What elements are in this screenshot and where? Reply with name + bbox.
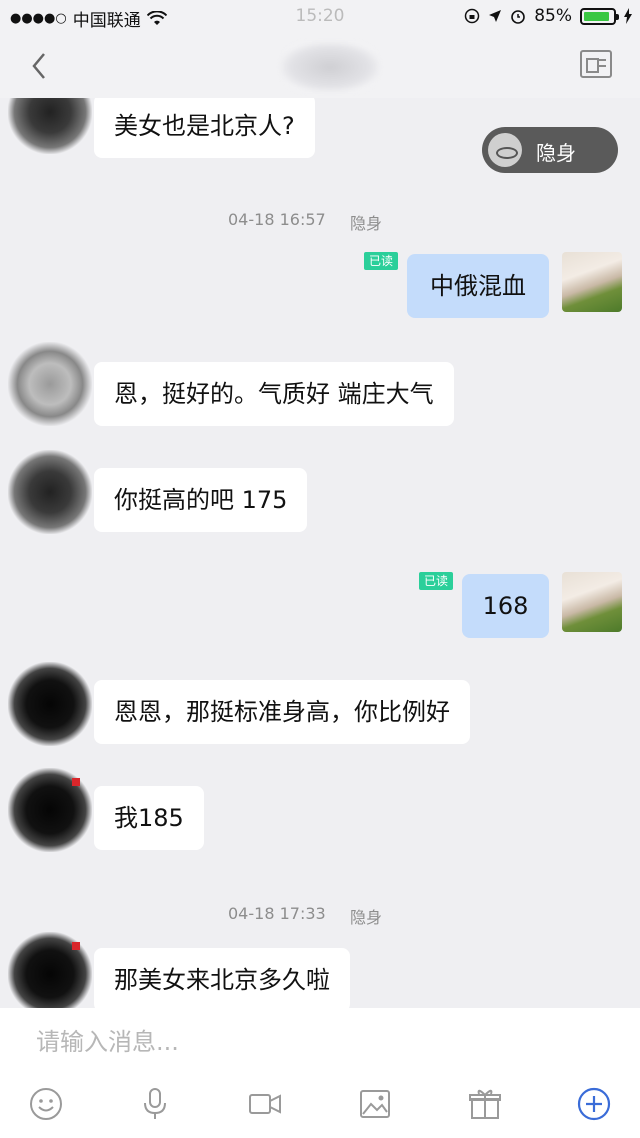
message-bubble[interactable]: 那美女来北京多久啦 — [94, 948, 350, 1008]
timestamp-status: 隐身 — [350, 214, 383, 233]
gift-icon[interactable] — [467, 1086, 503, 1122]
battery-percent: 85% — [534, 6, 572, 26]
alarm-icon — [511, 10, 526, 24]
contact-avatar[interactable] — [8, 342, 92, 426]
input-bar — [0, 1008, 640, 1138]
my-avatar[interactable] — [562, 572, 622, 632]
message-bubble[interactable]: 美女也是北京人? — [94, 98, 315, 158]
contact-avatar[interactable] — [8, 662, 92, 746]
back-icon[interactable] — [26, 48, 54, 84]
timestamp-time: 04-18 17:33 — [228, 904, 326, 923]
stealth-label: 隐身 — [536, 141, 576, 165]
orientation-lock-icon — [464, 8, 480, 24]
contact-avatar[interactable] — [8, 450, 92, 534]
my-avatar[interactable] — [562, 252, 622, 312]
ufo-icon — [488, 133, 522, 167]
chat-area[interactable]: 美女也是北京人? 隐身 04-18 16:57 隐身 已读 中俄混血 恩，挺好的… — [0, 98, 640, 1008]
location-icon — [489, 10, 502, 22]
message-bubble[interactable]: 168 — [462, 574, 549, 638]
charging-icon — [624, 8, 632, 24]
nav-bar — [0, 34, 640, 98]
message-bubble[interactable]: 恩恩，那挺标准身高，你比例好 — [94, 680, 470, 744]
stealth-mode-toggle[interactable]: 隐身 — [482, 127, 618, 173]
input-toolbar — [0, 1086, 640, 1130]
timestamp-status: 隐身 — [350, 908, 383, 927]
message-bubble[interactable]: 你挺高的吧 175 — [94, 468, 308, 532]
message-bubble[interactable]: 中俄混血 — [407, 254, 549, 318]
contact-avatar[interactable] — [8, 932, 92, 1008]
battery-fill — [584, 11, 610, 21]
message-bubble[interactable]: 我185 — [94, 786, 204, 850]
image-icon[interactable] — [357, 1086, 393, 1122]
battery-icon — [580, 7, 619, 25]
status-bar: ●●●●○ 中国联通 15:20 85% — [0, 0, 640, 34]
message-bubble[interactable]: 恩，挺好的。气质好 端庄大气 — [94, 362, 454, 426]
message-input[interactable] — [36, 1028, 596, 1056]
emoji-icon[interactable] — [28, 1086, 64, 1122]
video-icon[interactable] — [247, 1086, 283, 1122]
contact-avatar[interactable] — [8, 98, 92, 154]
contact-name-redacted — [280, 42, 380, 92]
profile-card-icon[interactable] — [580, 50, 612, 78]
plus-circle-icon[interactable] — [576, 1086, 612, 1122]
timestamp-time: 04-18 16:57 — [228, 210, 326, 229]
read-receipt-badge: 已读 — [364, 252, 399, 270]
contact-avatar[interactable] — [8, 768, 92, 852]
microphone-icon[interactable] — [137, 1086, 173, 1122]
read-receipt-badge: 已读 — [419, 572, 454, 590]
